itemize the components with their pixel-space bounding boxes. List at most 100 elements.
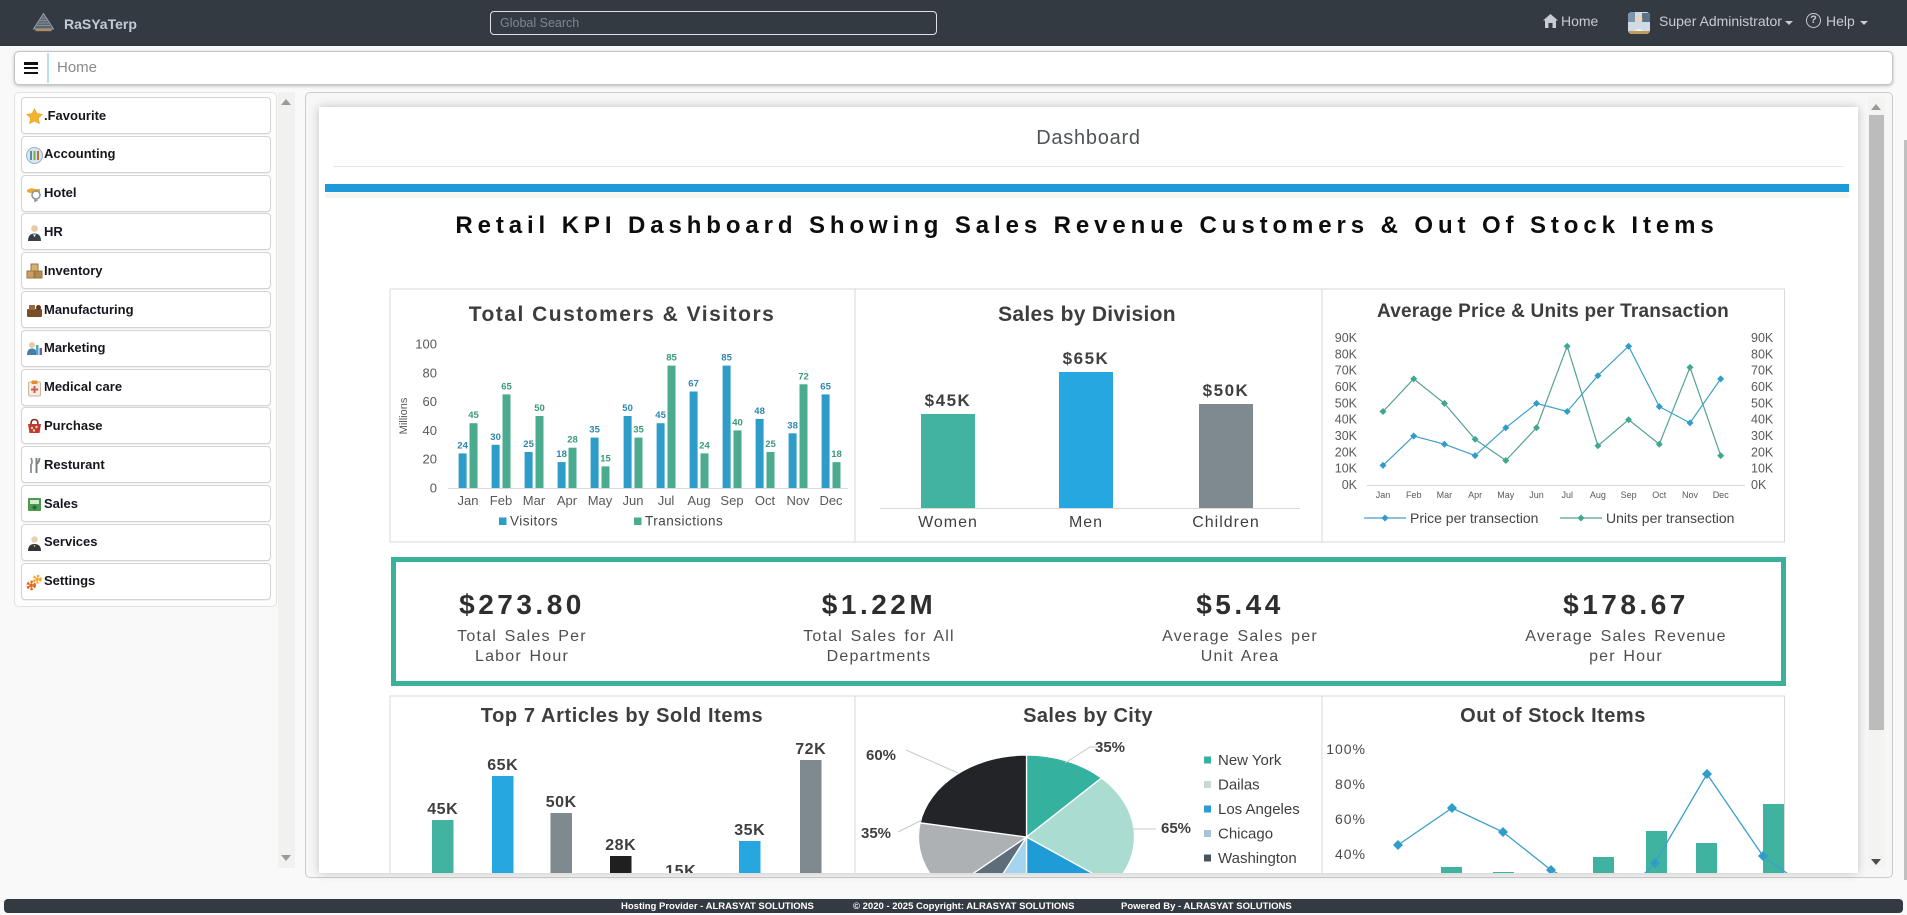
svg-text:65%: 65% [1161, 820, 1191, 837]
svg-text:Total Customers & Visitors: Total Customers & Visitors [469, 303, 776, 326]
svg-text:Los Angeles: Los Angeles [1218, 801, 1300, 818]
svg-text:72: 72 [798, 371, 809, 382]
svg-text:67: 67 [688, 379, 699, 390]
svg-text:90K: 90K [1335, 331, 1358, 345]
svg-text:Unit Area: Unit Area [1201, 648, 1280, 665]
svg-text:40%: 40% [1335, 846, 1366, 862]
svg-text:Average Sales Revenue: Average Sales Revenue [1525, 628, 1726, 645]
svg-text:$65K: $65K [1063, 349, 1110, 368]
svg-text:0K: 0K [1751, 478, 1767, 492]
svg-text:100: 100 [415, 337, 437, 352]
svg-text:65: 65 [820, 381, 831, 392]
svg-text:Feb: Feb [1406, 490, 1422, 500]
svg-text:18: 18 [556, 449, 567, 460]
svg-text:65: 65 [501, 381, 512, 392]
svg-text:70K: 70K [1751, 364, 1774, 378]
svg-text:24: 24 [457, 440, 468, 451]
svg-text:85: 85 [666, 353, 677, 364]
svg-text:0: 0 [430, 481, 437, 496]
svg-text:10K: 10K [1751, 462, 1774, 476]
svg-text:Transictions: Transictions [645, 514, 723, 529]
svg-text:Sep: Sep [720, 493, 743, 508]
svg-text:35K: 35K [734, 822, 765, 839]
svg-text:20: 20 [423, 452, 437, 467]
svg-text:Average Price & Units per Tran: Average Price & Units per Transaction [1377, 301, 1729, 322]
svg-text:Labor Hour: Labor Hour [475, 648, 569, 665]
svg-text:Aug: Aug [1590, 490, 1606, 500]
svg-text:80K: 80K [1335, 347, 1358, 361]
svg-text:18: 18 [831, 449, 842, 460]
svg-text:Sales by City: Sales by City [1023, 705, 1153, 727]
svg-text:60%: 60% [866, 747, 896, 764]
svg-text:Dec: Dec [1713, 490, 1730, 500]
svg-text:Sales by Division: Sales by Division [998, 303, 1176, 326]
svg-text:per Hour: per Hour [1589, 648, 1663, 665]
svg-text:60: 60 [423, 394, 437, 409]
svg-text:35%: 35% [861, 825, 891, 842]
svg-text:50K: 50K [546, 794, 577, 811]
svg-text:Millions: Millions [398, 397, 410, 434]
svg-text:Nov: Nov [1682, 490, 1699, 500]
svg-text:$178.67: $178.67 [1563, 589, 1689, 620]
svg-text:28: 28 [567, 435, 578, 446]
svg-text:Jun: Jun [623, 493, 644, 508]
svg-text:50K: 50K [1335, 396, 1358, 410]
svg-text:80: 80 [423, 365, 437, 380]
svg-text:Units per transection: Units per transection [1606, 510, 1734, 526]
svg-text:60K: 60K [1335, 380, 1358, 394]
svg-text:Mar: Mar [1437, 490, 1453, 500]
svg-text:50K: 50K [1751, 396, 1774, 410]
svg-text:Women: Women [918, 514, 978, 531]
svg-text:24: 24 [699, 440, 710, 451]
svg-text:Price per transection: Price per transection [1410, 510, 1538, 526]
svg-text:$273.80: $273.80 [459, 589, 585, 620]
svg-text:15: 15 [600, 453, 611, 464]
svg-text:Out of Stock Items: Out of Stock Items [1460, 705, 1646, 727]
svg-text:25: 25 [765, 439, 776, 450]
svg-text:35%: 35% [1095, 739, 1125, 756]
svg-text:$45K: $45K [925, 391, 972, 410]
svg-text:Retail KPI Dashboard Showing S: Retail KPI Dashboard Showing Sales Reven… [455, 212, 1718, 239]
svg-text:New York: New York [1218, 752, 1282, 769]
svg-text:60K: 60K [1751, 380, 1774, 394]
svg-text:50: 50 [534, 403, 545, 414]
svg-text:70K: 70K [1335, 364, 1358, 378]
svg-text:Jul: Jul [1561, 490, 1573, 500]
svg-text:Jun: Jun [1529, 490, 1544, 500]
svg-text:Departments: Departments [827, 648, 932, 665]
svg-text:$1.22M: $1.22M [822, 589, 936, 620]
svg-text:20K: 20K [1335, 445, 1358, 459]
svg-text:Dec: Dec [819, 493, 843, 508]
svg-text:Dailas: Dailas [1218, 777, 1260, 794]
svg-text:Men: Men [1069, 514, 1103, 531]
svg-text:Aug: Aug [687, 493, 710, 508]
svg-text:Average Sales per: Average Sales per [1162, 628, 1318, 645]
svg-text:45: 45 [468, 410, 479, 421]
svg-text:50: 50 [622, 403, 633, 414]
svg-text:80K: 80K [1751, 347, 1774, 361]
svg-text:80%: 80% [1335, 776, 1366, 792]
svg-text:Apr: Apr [557, 493, 578, 508]
svg-text:Children: Children [1192, 514, 1260, 531]
svg-text:45: 45 [655, 410, 666, 421]
svg-text:10K: 10K [1335, 462, 1358, 476]
svg-text:20K: 20K [1751, 445, 1774, 459]
svg-text:72K: 72K [795, 741, 826, 758]
svg-text:40: 40 [423, 423, 437, 438]
svg-text:15K: 15K [665, 863, 696, 873]
svg-text:Total Sales Per: Total Sales Per [457, 628, 587, 645]
svg-text:0K: 0K [1342, 478, 1358, 492]
svg-text:65K: 65K [487, 757, 518, 774]
svg-text:Nov: Nov [786, 493, 810, 508]
svg-text:100%: 100% [1326, 741, 1366, 757]
svg-text:$50K: $50K [1203, 381, 1250, 400]
svg-text:30K: 30K [1751, 429, 1774, 443]
svg-text:28K: 28K [605, 837, 636, 854]
svg-text:25: 25 [523, 439, 534, 450]
svg-text:Total Sales for All: Total Sales for All [803, 628, 955, 645]
svg-text:30: 30 [490, 432, 501, 443]
svg-text:Jan: Jan [1376, 490, 1391, 500]
svg-text:Top 7 Articles by Sold Items: Top 7 Articles by Sold Items [481, 705, 763, 727]
svg-text:90K: 90K [1751, 331, 1774, 345]
svg-text:40K: 40K [1751, 413, 1774, 427]
